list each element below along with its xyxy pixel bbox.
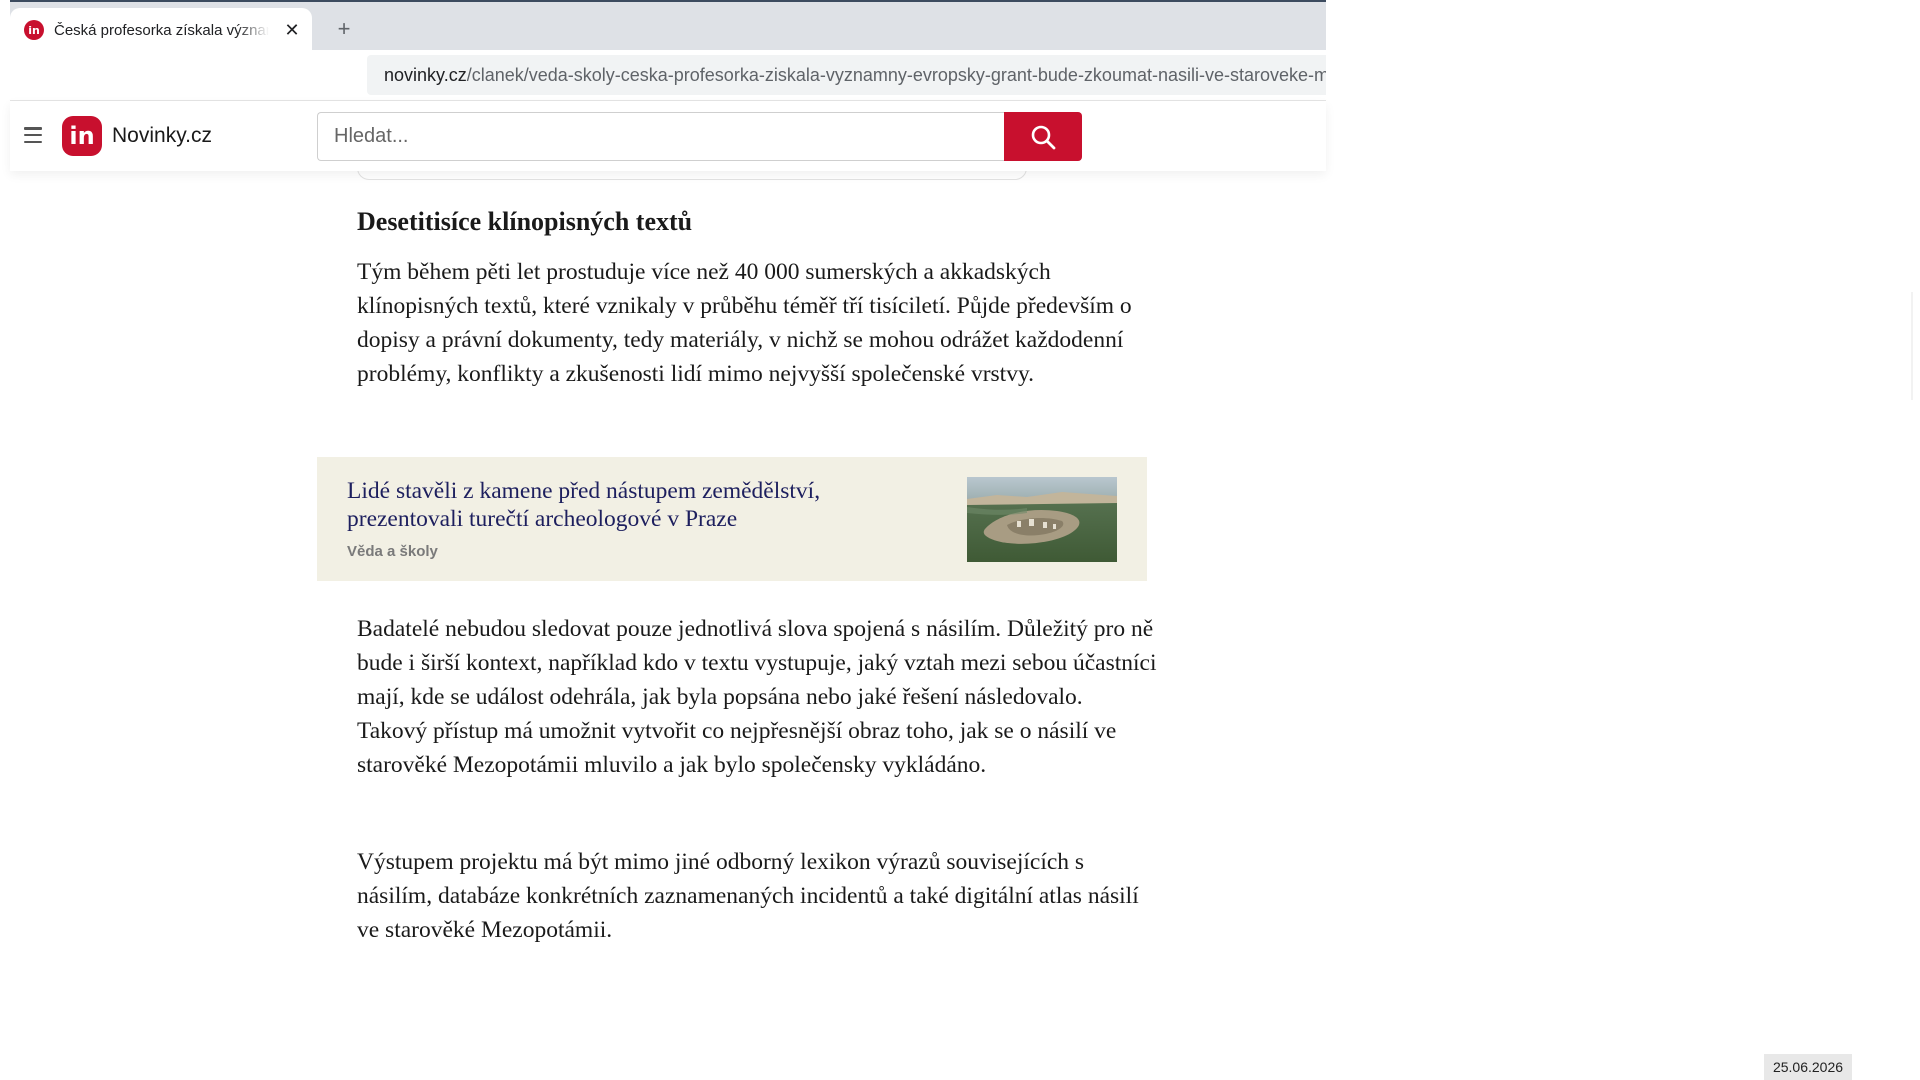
site-header: in Novinky.cz [10, 101, 1326, 171]
article-paragraph-1: Tým během pěti let prostuduje více než 4… [357, 259, 1132, 387]
archaeology-site-image [967, 477, 1117, 562]
search-form [317, 112, 1082, 161]
novinky-logo-icon[interactable]: in [62, 116, 102, 156]
tab-strip: in Česká profesorka získala významný evr… [10, 0, 1326, 52]
related-article-card[interactable]: Lidé stavěli z kamene před nástupem země… [317, 457, 1147, 581]
article-content: Desetitisíce klínopisných textů Tým běhe… [10, 161, 1326, 1080]
system-date: 25.06.2026 [1764, 1054, 1852, 1080]
tab-title: Česká profesorka získala významný evrops… [54, 21, 269, 39]
hamburger-menu-icon[interactable] [24, 127, 42, 143]
url-host: novinky.cz [384, 64, 467, 85]
browser-window: in Česká profesorka získala významný evr… [10, 0, 1326, 1080]
related-article-title[interactable]: Lidé stavěli z kamene před nástupem země… [347, 477, 907, 533]
related-article-thumbnail[interactable] [967, 477, 1117, 562]
novinky-favicon-icon: in [24, 20, 44, 40]
search-button[interactable] [1004, 112, 1082, 161]
section-heading: Desetitisíce klínopisných textů [357, 207, 693, 236]
related-article-category[interactable]: Věda a školy [347, 543, 438, 560]
article-paragraph-3: Výstupem projektu má být mimo jiné odbor… [357, 849, 1139, 943]
url-path: /clanek/veda-skoly-ceska-profesorka-zisk… [466, 64, 1326, 85]
magnifier-icon [1031, 125, 1056, 149]
address-bar: novinky.cz/clanek/veda-skoly-ceska-profe… [10, 50, 1326, 101]
search-input[interactable] [317, 112, 1004, 161]
scrollbar-track[interactable] [1911, 292, 1913, 400]
article-paragraph-2: Badatelé nebudou sledovat pouze jednotli… [357, 616, 1157, 778]
url-field[interactable]: novinky.cz/clanek/veda-skoly-ceska-profe… [367, 55, 1326, 95]
new-tab-button[interactable]: + [332, 16, 356, 42]
browser-tab-active[interactable]: in Česká profesorka získala významný evr… [10, 8, 312, 52]
close-tab-icon[interactable]: ✕ [282, 20, 302, 41]
site-name[interactable]: Novinky.cz [112, 124, 212, 148]
